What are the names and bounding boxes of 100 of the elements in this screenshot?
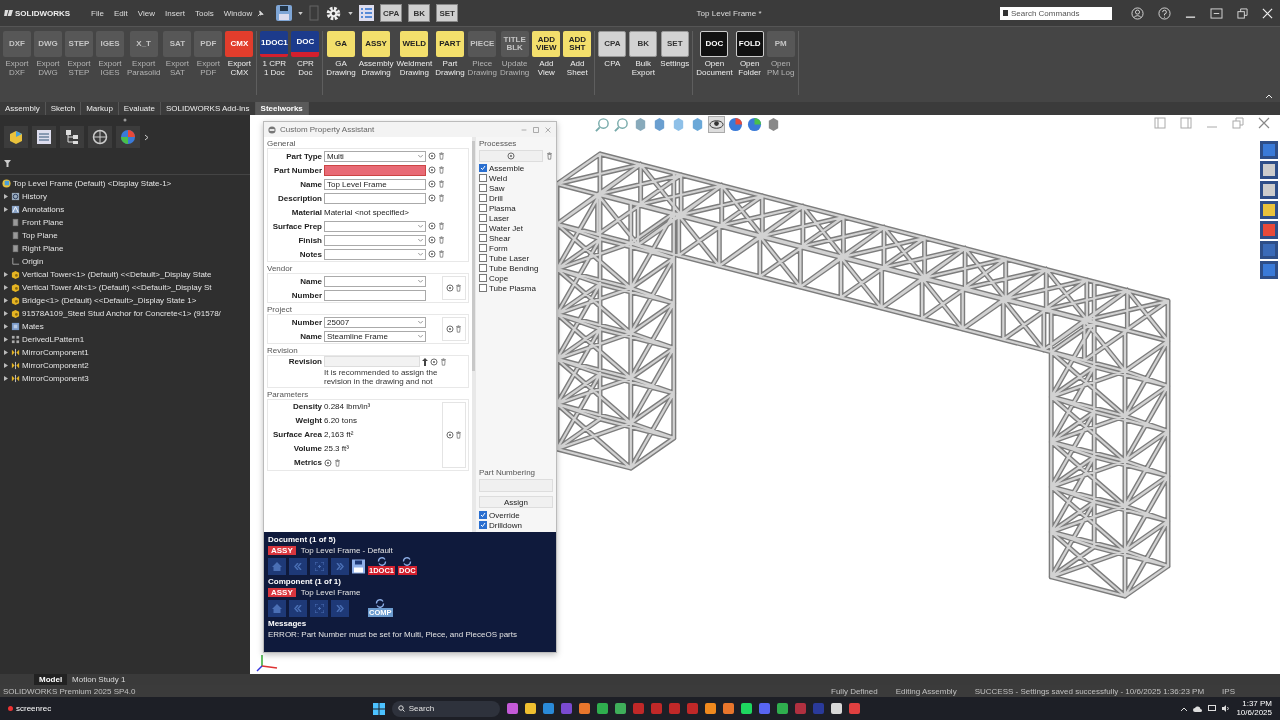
tree-item[interactable]: Front Plane <box>22 218 64 227</box>
toolbar-button[interactable]: SET <box>436 4 459 22</box>
refresh-icon[interactable] <box>375 599 386 608</box>
dimension-tab[interactable] <box>88 126 112 148</box>
tree-item[interactable]: MirrorComponent2 <box>22 361 89 370</box>
menu-item[interactable]: Tools <box>190 8 219 18</box>
view-tool-icon[interactable] <box>747 117 762 132</box>
expand-icon[interactable] <box>3 324 8 329</box>
handle-icon[interactable] <box>123 117 127 122</box>
menu-item[interactable]: View <box>132 8 160 18</box>
ribbon-button[interactable]: PART Part Drawing <box>435 31 465 95</box>
appearance-tab[interactable] <box>116 126 140 148</box>
checkbox[interactable] <box>479 224 487 232</box>
task-pane-icon[interactable] <box>1260 181 1278 199</box>
tile-right-icon[interactable] <box>1180 117 1192 129</box>
menu-item[interactable]: File <box>86 8 109 18</box>
speaker-icon[interactable] <box>1222 705 1231 712</box>
checkbox[interactable] <box>479 511 487 519</box>
ribbon-button[interactable]: ADD SHT Add Sheet <box>563 31 592 95</box>
checkbox[interactable] <box>479 274 487 282</box>
checkbox[interactable] <box>479 194 487 202</box>
view-tool-icon[interactable] <box>709 117 724 132</box>
ribbon-button[interactable]: CPA CPA <box>598 31 627 95</box>
settings-icon[interactable] <box>325 4 343 22</box>
caret-icon[interactable] <box>298 11 304 15</box>
fullscreen-icon[interactable] <box>1210 7 1223 19</box>
ribbon-button[interactable]: WELD Weldment Drawing <box>396 31 433 95</box>
expand-icon[interactable] <box>3 376 8 381</box>
dropdown-field[interactable] <box>324 220 426 232</box>
ribbon-button[interactable]: CMX Export CMX <box>225 31 254 95</box>
settings-icon[interactable] <box>324 458 332 467</box>
ribbon-button[interactable]: DOC CPR Doc <box>291 31 320 95</box>
settings-icon[interactable] <box>430 357 438 366</box>
ribbon-button[interactable]: 1DOC1 1 CPR 1 Doc <box>260 31 289 95</box>
dropdown-field[interactable]: Steamline Frame <box>324 330 426 342</box>
trash-icon[interactable] <box>438 236 445 244</box>
taskbar-app-icon[interactable] <box>524 703 536 714</box>
tree-item[interactable]: Top Plane <box>22 231 58 240</box>
configuration-tab[interactable] <box>60 126 84 148</box>
ribbon-button[interactable]: FOLD Open Folder <box>735 31 764 95</box>
checkbox[interactable] <box>479 244 487 252</box>
part-number-field[interactable] <box>479 479 553 492</box>
taskbar-app-icon[interactable] <box>722 703 734 714</box>
assign-button[interactable]: Assign <box>479 496 553 508</box>
ribbon-button[interactable]: DOC Open Document <box>696 31 733 95</box>
trash-icon[interactable] <box>455 325 462 333</box>
dropdown-field[interactable] <box>324 234 426 246</box>
ribbon-tab[interactable]: Steelworks <box>255 102 309 115</box>
checkbox[interactable] <box>479 204 487 212</box>
ribbon-button[interactable]: ADD VIEW Add View <box>532 31 561 95</box>
text-field[interactable] <box>324 192 426 204</box>
taskbar-app-icon[interactable] <box>740 703 752 714</box>
feature-tree-tab[interactable] <box>4 126 28 148</box>
save-icon[interactable] <box>276 5 293 21</box>
menu-item[interactable]: Insert <box>160 8 190 18</box>
dropdown-field[interactable] <box>324 248 426 260</box>
expand-icon[interactable] <box>3 337 8 342</box>
view-tool-icon[interactable] <box>728 117 743 132</box>
user-icon[interactable] <box>1131 6 1144 20</box>
ribbon-button[interactable]: BK Bulk Export <box>629 31 658 95</box>
checkbox[interactable] <box>479 254 487 262</box>
restore-icon[interactable] <box>1237 7 1248 19</box>
trash-icon[interactable] <box>438 250 445 258</box>
caret-icon[interactable] <box>348 11 354 15</box>
monitor-icon[interactable] <box>1208 705 1217 712</box>
save-icon[interactable] <box>352 558 365 574</box>
trash-icon[interactable] <box>438 222 445 230</box>
tree-item[interactable]: 91578A109_Steel Stud Anchor for Concrete<1> (91578/ <box>22 309 221 318</box>
ribbon-button[interactable]: SET Settings <box>660 31 690 95</box>
settings-icon[interactable] <box>446 430 454 439</box>
up-arrow-icon[interactable] <box>422 357 428 366</box>
menu-item[interactable]: Window <box>218 8 258 18</box>
expand-icon[interactable] <box>3 272 8 277</box>
checkbox[interactable] <box>479 164 487 172</box>
text-field[interactable] <box>324 164 426 176</box>
tree-item[interactable]: DerivedLPattern1 <box>22 335 85 344</box>
task-pane-icon[interactable] <box>1260 201 1278 219</box>
taskbar-app-icon[interactable] <box>614 703 626 714</box>
trash-icon[interactable] <box>438 166 445 174</box>
taskbar-app-icon[interactable] <box>776 703 788 714</box>
scrollbar[interactable] <box>472 137 476 532</box>
settings-button[interactable] <box>479 149 543 162</box>
toolbar-button[interactable]: BK <box>408 4 431 22</box>
trash-icon[interactable] <box>438 152 445 160</box>
previous-button[interactable] <box>289 599 307 617</box>
help-icon[interactable] <box>1158 6 1171 20</box>
chevron-up-icon[interactable] <box>1181 706 1188 711</box>
trash-icon[interactable] <box>546 151 553 160</box>
taskbar-app-icon[interactable] <box>830 703 842 714</box>
focus-button[interactable] <box>310 557 328 575</box>
trash-icon[interactable] <box>440 357 447 366</box>
trash-icon[interactable] <box>438 180 445 188</box>
tile-left-icon[interactable] <box>1154 117 1166 129</box>
task-pane-icon[interactable] <box>1260 161 1278 179</box>
trash-icon[interactable] <box>334 458 341 467</box>
checkbox[interactable] <box>479 284 487 292</box>
taskbar-app-icon[interactable] <box>596 703 608 714</box>
chevron-icon[interactable] <box>144 133 149 141</box>
tree-item[interactable]: Vertical Tower Alt<1> (Default) <<Default>_Display St <box>22 283 212 292</box>
toolbar-button[interactable]: CPA <box>380 4 403 22</box>
